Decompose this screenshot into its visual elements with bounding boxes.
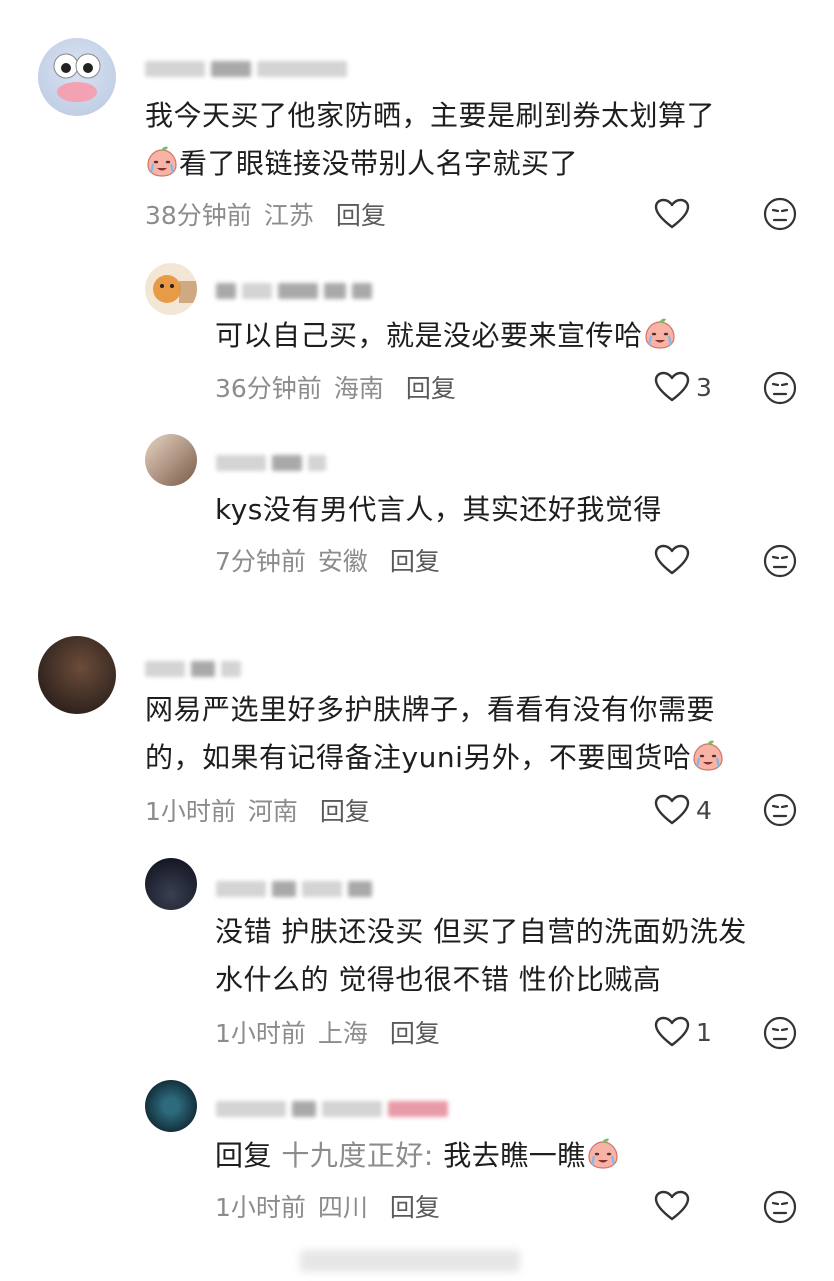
- reply-item: kys没有男代言人，其实还好我觉得 7分钟前 安徽 回复: [0, 430, 834, 590]
- comment-location: 河南: [247, 797, 298, 826]
- comment-line: 没错 护肤还没买 但买了自营的洗面奶洗发: [215, 915, 747, 948]
- username-blurred[interactable]: [216, 452, 326, 474]
- comment-time: 1小时前: [215, 1019, 306, 1048]
- comment-time: 7分钟前: [215, 547, 306, 576]
- like-count: 3: [696, 372, 712, 402]
- like-button[interactable]: 4: [654, 792, 712, 828]
- username-blurred[interactable]: [216, 1098, 448, 1120]
- watermark-blurred: [300, 1250, 520, 1272]
- comment-line-text: 可以自己买，就是没必要来宣传哈: [215, 319, 643, 352]
- comment-location: 四川: [317, 1193, 368, 1222]
- heart-outline-icon: [654, 371, 690, 403]
- reply-prefix: 回复: [215, 1139, 273, 1172]
- username-blurred[interactable]: [145, 658, 241, 680]
- reply-to-username[interactable]: 十九度正好:: [281, 1139, 433, 1172]
- comment-line: 可以自己买，就是没必要来宣传哈: [215, 312, 677, 360]
- meh-face-icon[interactable]: [763, 371, 797, 405]
- heart-outline-icon: [654, 544, 690, 576]
- comment-line: 水什么的 觉得也很不错 性价比贼高: [215, 963, 662, 996]
- crying-peach-emoji: [145, 145, 179, 179]
- shocked-peach-emoji: [586, 1137, 620, 1171]
- comment-meta: 36分钟前 海南 回复: [215, 369, 456, 405]
- comment-line: 网易严选里好多护肤牌子，看看有没有你需要: [145, 693, 716, 726]
- reply-button[interactable]: 回复: [336, 196, 386, 232]
- username-blurred[interactable]: [145, 58, 347, 80]
- meh-face-icon[interactable]: [763, 1016, 797, 1050]
- like-button[interactable]: 3: [654, 369, 712, 405]
- comment-meta: 7分钟前 安徽 回复: [215, 542, 440, 578]
- comment-line: 回复 十九度正好: 我去瞧一瞧: [215, 1132, 620, 1180]
- comment-location: 安徽: [317, 547, 368, 576]
- avatar[interactable]: [145, 263, 197, 315]
- comment-time: 36分钟前: [215, 374, 322, 403]
- reply-button[interactable]: 回复: [406, 369, 456, 405]
- avatar-cartoon-icon: [53, 53, 101, 102]
- heart-outline-icon: [654, 1016, 690, 1048]
- reply-button[interactable]: 回复: [390, 1014, 440, 1050]
- comment-text: 回复 十九度正好: 我去瞧一瞧: [215, 1132, 620, 1180]
- avatar-dog-icon: [153, 275, 197, 303]
- username-blurred[interactable]: [216, 280, 372, 302]
- comment-meta: 38分钟前 江苏 回复: [145, 196, 386, 232]
- comment-meta: 1小时前 四川 回复: [215, 1188, 440, 1224]
- like-button[interactable]: 1: [654, 1014, 712, 1050]
- laugh-cry-peach-emoji: [691, 739, 725, 773]
- avatar[interactable]: [38, 38, 116, 116]
- heart-outline-icon: [654, 794, 690, 826]
- comment-text: 网易严选里好多护肤牌子，看看有没有你需要 的，如果有记得备注yuni另外，不要囤…: [145, 686, 725, 782]
- avatar[interactable]: [38, 636, 116, 714]
- comment-line-text: 我去瞧一瞧: [443, 1139, 586, 1172]
- reply-item: 可以自己买，就是没必要来宣传哈 36分钟前 海南 回复 3: [0, 260, 834, 420]
- comment-text: kys没有男代言人，其实还好我觉得: [215, 486, 662, 534]
- comment-text: 可以自己买，就是没必要来宣传哈: [215, 312, 677, 360]
- like-button[interactable]: [654, 196, 696, 232]
- comment-line: kys没有男代言人，其实还好我觉得: [215, 493, 662, 526]
- comment-item: 我今天买了他家防晒，主要是刷到券太划算了 看了眼链接没带别人名字就买了 38分钟…: [0, 0, 834, 240]
- meh-face-icon[interactable]: [763, 793, 797, 827]
- meh-face-icon[interactable]: [763, 197, 797, 231]
- reply-item: 回复 十九度正好: 我去瞧一瞧 1小时前 四川 回复: [0, 1070, 834, 1240]
- comment-line-text: 的，如果有记得备注yuni另外，不要囤货哈: [145, 741, 692, 774]
- username-blurred[interactable]: [216, 878, 372, 900]
- like-button[interactable]: [654, 1188, 696, 1224]
- reply-button[interactable]: 回复: [390, 542, 440, 578]
- comment-line: 的，如果有记得备注yuni另外，不要囤货哈: [145, 734, 725, 782]
- comment-text: 没错 护肤还没买 但买了自营的洗面奶洗发 水什么的 觉得也很不错 性价比贼高: [215, 908, 747, 1004]
- reply-item: 没错 护肤还没买 但买了自营的洗面奶洗发 水什么的 觉得也很不错 性价比贼高 1…: [0, 850, 834, 1060]
- avatar[interactable]: [145, 434, 197, 486]
- comment-time: 1小时前: [215, 1193, 306, 1222]
- meh-face-icon[interactable]: [763, 544, 797, 578]
- like-count: 4: [696, 795, 712, 825]
- reply-button[interactable]: 回复: [320, 792, 370, 828]
- comment-line-text: 看了眼链接没带别人名字就买了: [179, 147, 579, 180]
- comment-line: 我今天买了他家防晒，主要是刷到券太划算了: [145, 99, 716, 132]
- comment-item: 网易严选里好多护肤牌子，看看有没有你需要 的，如果有记得备注yuni另外，不要囤…: [0, 620, 834, 840]
- comment-location: 海南: [333, 374, 384, 403]
- comment-meta: 1小时前 河南 回复: [145, 792, 370, 828]
- heart-outline-icon: [654, 198, 690, 230]
- comment-time: 38分钟前: [145, 201, 252, 230]
- meh-face-icon[interactable]: [763, 1190, 797, 1224]
- heart-outline-icon: [654, 1190, 690, 1222]
- comment-location: 上海: [317, 1019, 368, 1048]
- comment-location: 江苏: [263, 201, 314, 230]
- comment-meta: 1小时前 上海 回复: [215, 1014, 440, 1050]
- comment-time: 1小时前: [145, 797, 236, 826]
- avatar[interactable]: [145, 1080, 197, 1132]
- reply-button[interactable]: 回复: [390, 1188, 440, 1224]
- like-count: 1: [696, 1017, 712, 1047]
- comment-text: 我今天买了他家防晒，主要是刷到券太划算了 看了眼链接没带别人名字就买了: [145, 92, 715, 188]
- like-button[interactable]: [654, 542, 696, 578]
- avatar[interactable]: [145, 858, 197, 910]
- crying-peach-emoji: [643, 317, 677, 351]
- comment-line: 看了眼链接没带别人名字就买了: [145, 140, 715, 188]
